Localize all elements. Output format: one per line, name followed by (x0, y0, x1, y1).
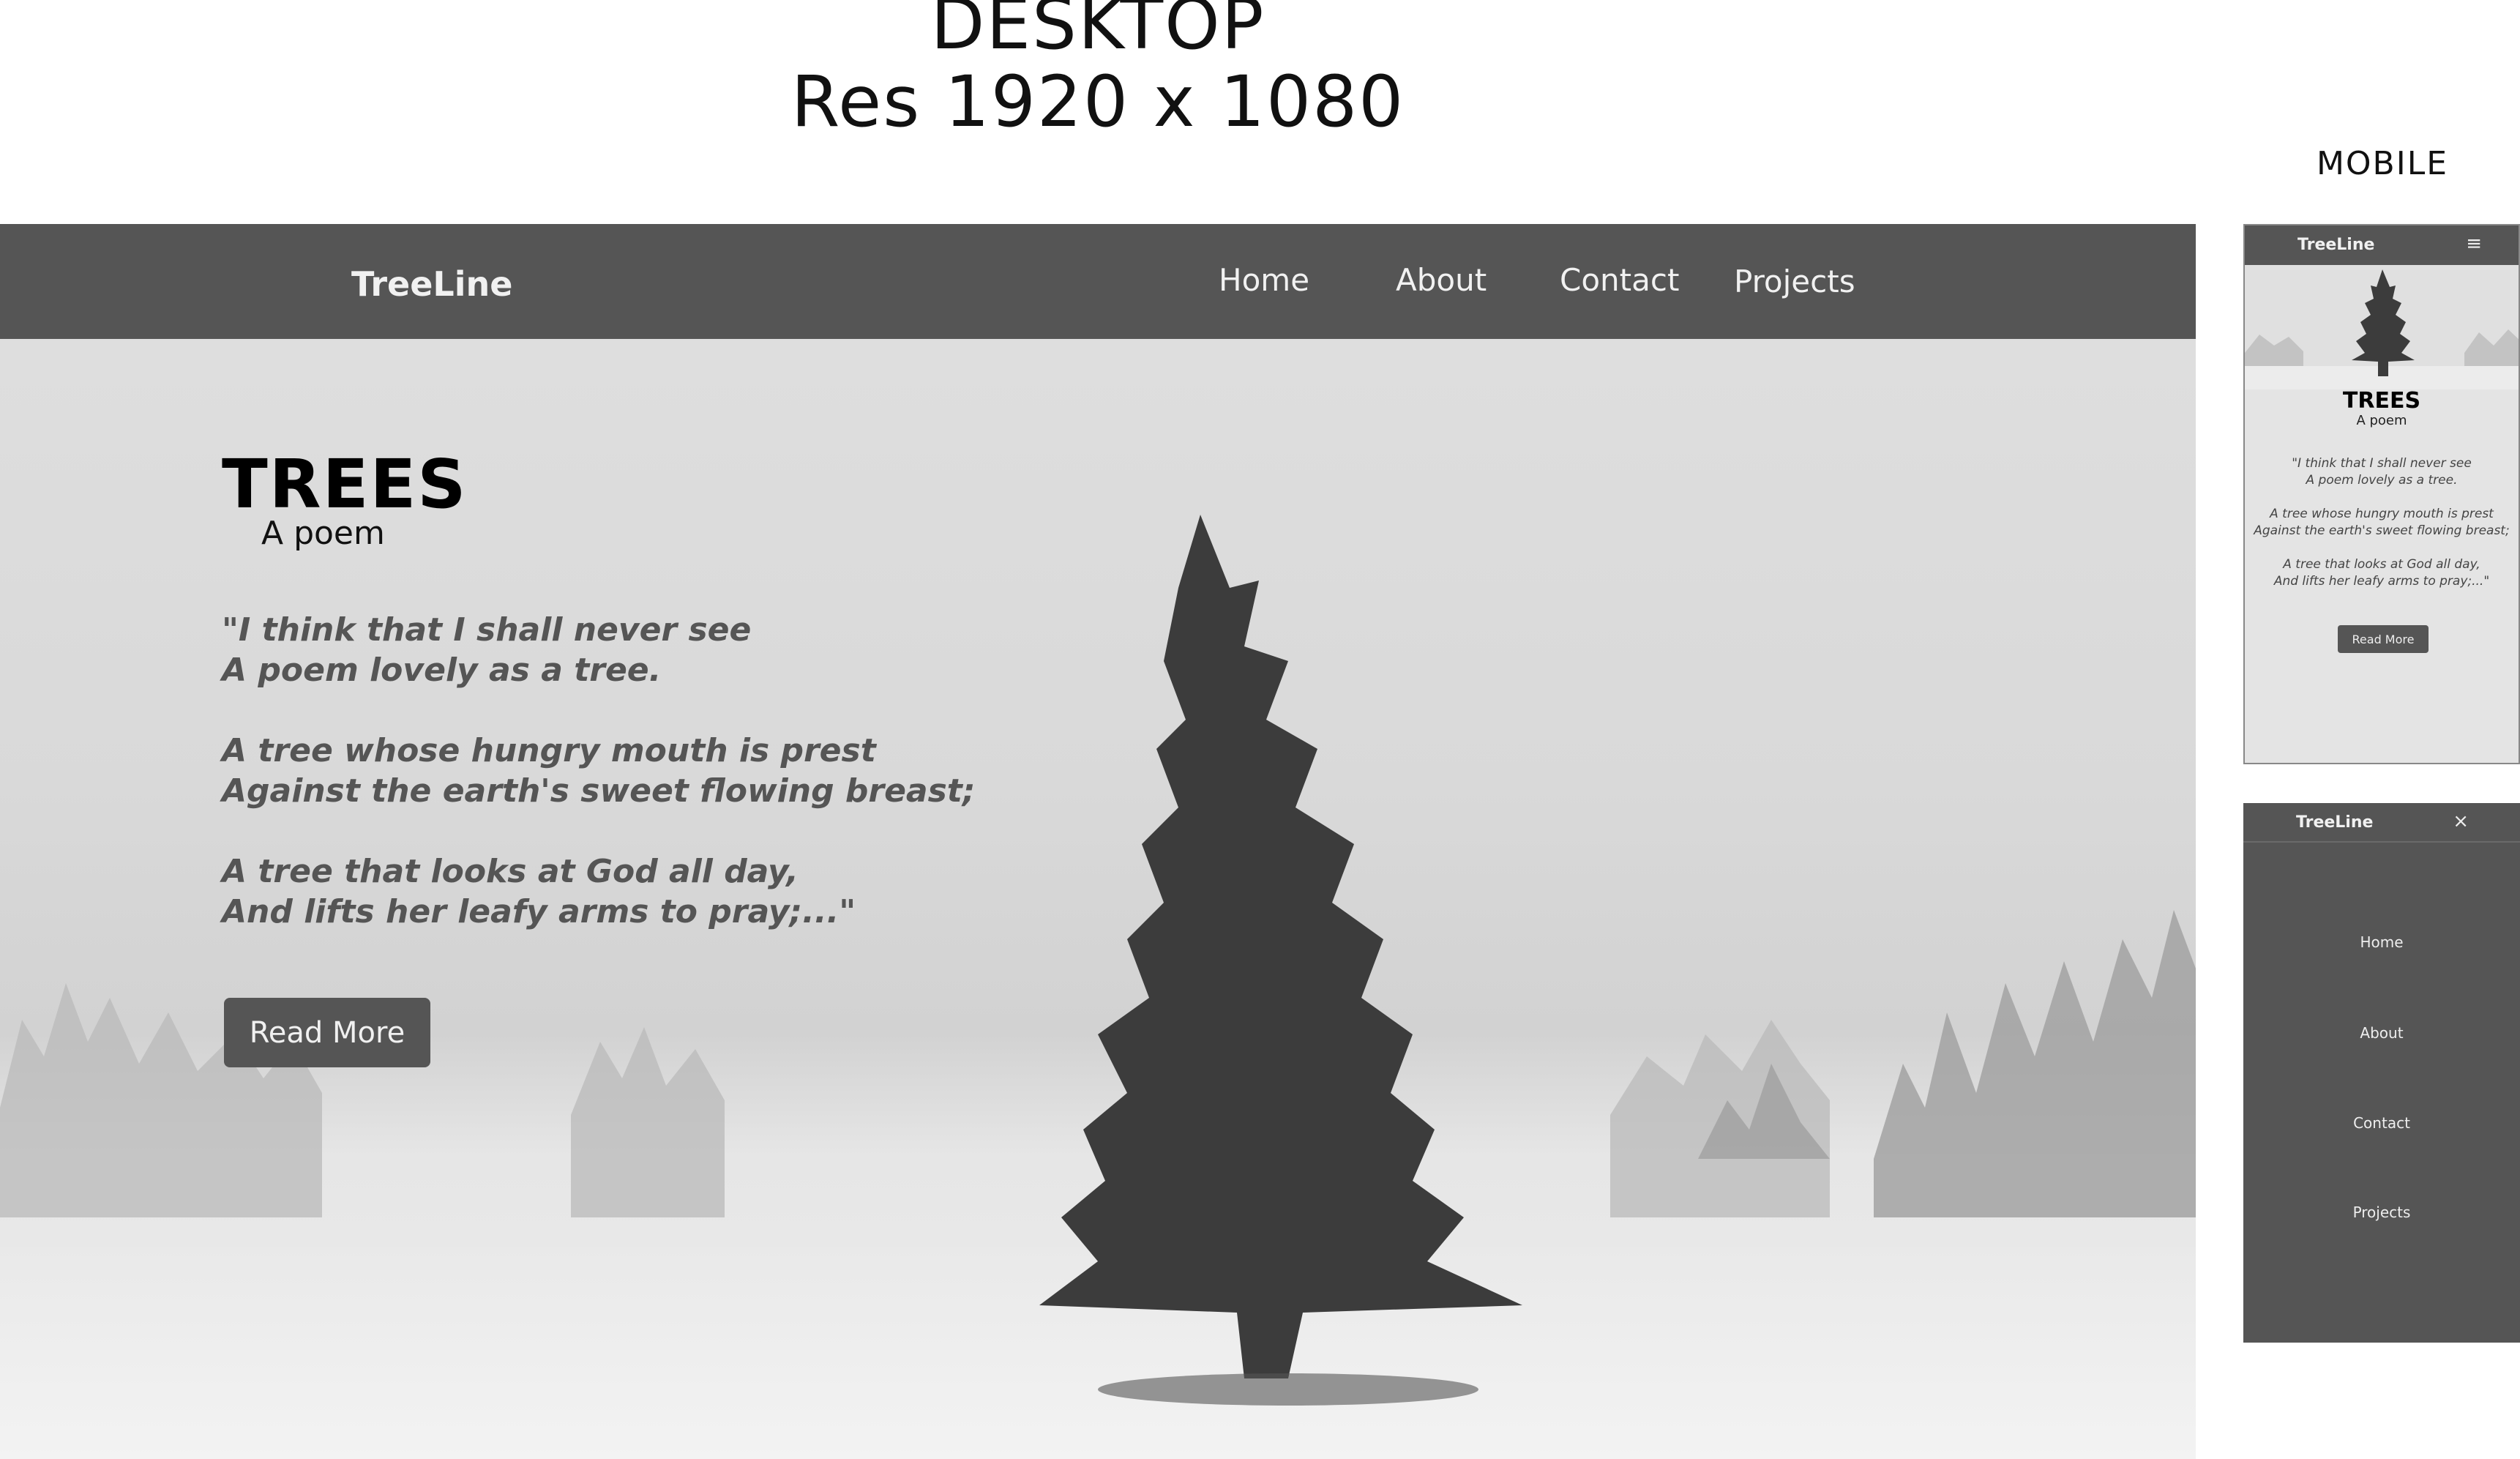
poem-line: A poem lovely as a tree. (2306, 473, 2458, 488)
mobile-brand-logo[interactable]: TreeLine (2296, 813, 2373, 832)
desktop-poem-stanza: A tree whose hungry mouth is prest Again… (222, 731, 976, 811)
mobile-page-subtitle: A poem (2356, 413, 2407, 428)
mobile-navbar: TreeLine ≡ (2245, 225, 2519, 265)
poem-line: Against the earth's sweet flowing breast… (222, 772, 976, 810)
desktop-poem: "I think that I shall never see A poem l… (222, 610, 976, 972)
mobile-poem: "I think that I shall never see A poem l… (2245, 455, 2519, 607)
mobile-menu-item-contact[interactable]: Contact (2243, 1114, 2520, 1132)
desktop-page-subtitle: A poem (261, 515, 385, 552)
close-icon[interactable]: × (2453, 810, 2469, 832)
mobile-poem-stanza: A tree that looks at God all day, And li… (2245, 556, 2519, 590)
mobile-hero-image (2245, 265, 2519, 389)
poem-line: "I think that I shall never see (222, 611, 752, 649)
poem-line: A tree whose hungry mouth is prest (2270, 507, 2494, 521)
desktop-nav-about[interactable]: About (1396, 262, 1487, 298)
desktop-nav-contact[interactable]: Contact (1560, 262, 1679, 298)
mobile-heading: MOBILE (2316, 145, 2449, 182)
desktop-page-title: TREES (222, 445, 468, 523)
desktop-heading-resolution: Res 1920 x 1080 (790, 61, 1405, 143)
desktop-poem-stanza: "I think that I shall never see A poem l… (222, 610, 954, 690)
mobile-poem-stanza: A tree whose hungry mouth is prest Again… (2245, 506, 2519, 540)
poem-line: A tree whose hungry mouth is prest (222, 732, 876, 769)
mobile-mockup-menu: TreeLine × Home About Contact Projects (2243, 803, 2520, 1343)
poem-line: Against the earth's sweet flowing breast… (2254, 523, 2510, 538)
poem-line: A tree that looks at God all day, (2283, 557, 2480, 572)
mobile-navbar: TreeLine × (2243, 803, 2520, 843)
poem-line: A poem lovely as a tree. (222, 652, 662, 689)
desktop-brand-logo[interactable]: TreeLine (351, 264, 512, 304)
poem-line: "I think that I shall never see (2292, 456, 2472, 471)
poem-line: A tree that looks at God all day, (222, 853, 799, 890)
mobile-menu-item-projects[interactable]: Projects (2243, 1204, 2520, 1221)
mobile-menu-item-home[interactable]: Home (2243, 933, 2520, 951)
mobile-page-title: TREES (2342, 388, 2421, 414)
mobile-brand-logo[interactable]: TreeLine (2297, 236, 2374, 254)
mobile-menu-item-about[interactable]: About (2243, 1024, 2520, 1042)
mobile-poem-stanza: "I think that I shall never see A poem l… (2245, 455, 2519, 489)
desktop-nav-home[interactable]: Home (1219, 262, 1309, 298)
mobile-mockup-home: TreeLine ≡ TREES A poem "I think that I … (2243, 224, 2520, 764)
hamburger-icon[interactable]: ≡ (2466, 233, 2482, 255)
mobile-read-more-button[interactable]: Read More (2338, 625, 2429, 653)
poem-line: And lifts her leafy arms to pray;..." (222, 893, 856, 930)
desktop-heading-title: DESKTOP (930, 0, 1265, 65)
poem-line: And lifts her leafy arms to pray;..." (2273, 574, 2490, 589)
desktop-nav-projects[interactable]: Projects (1734, 264, 1855, 299)
desktop-poem-stanza: A tree that looks at God all day, And li… (222, 851, 954, 932)
desktop-read-more-button[interactable]: Read More (224, 998, 430, 1067)
desktop-hero: TREES A poem "I think that I shall never… (0, 339, 2196, 1459)
desktop-navbar: TreeLine Home About Contact Projects (0, 224, 2196, 339)
desktop-heading: DESKTOP Res 1920 x 1080 (732, 0, 1464, 141)
desktop-mockup: TreeLine Home About Contact Projects TRE… (0, 224, 2196, 1459)
